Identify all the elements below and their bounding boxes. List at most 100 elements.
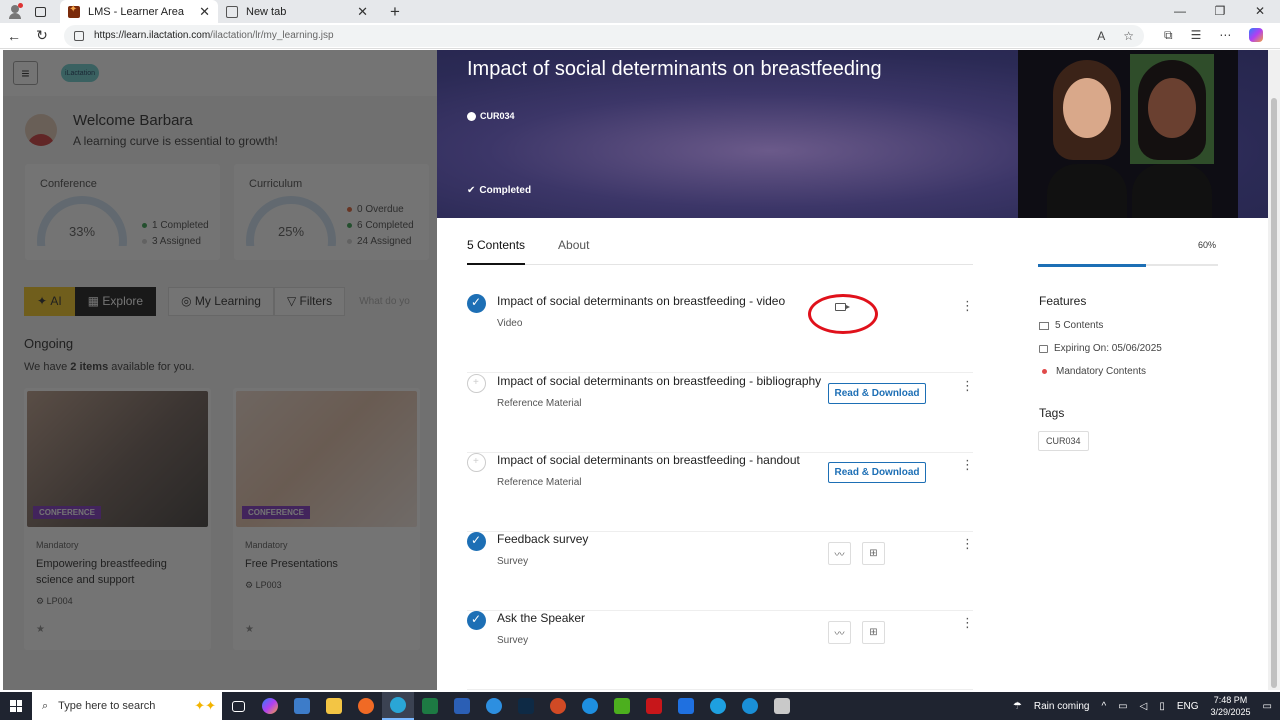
explore-button[interactable]: ▦ Explore <box>74 286 157 316</box>
more-options-icon[interactable]: ⋮ <box>961 378 974 394</box>
notifications-icon[interactable]: ▭ <box>1263 701 1272 712</box>
survey-translate-icon[interactable]: ⊞ <box>862 621 885 644</box>
internet-explorer-icon[interactable] <box>574 692 606 720</box>
browser-tab-new[interactable]: New tab ✕ <box>218 0 376 23</box>
tag-chip[interactable]: CUR034 <box>1038 431 1089 451</box>
new-tab-button[interactable]: + <box>382 2 408 22</box>
firefox-icon[interactable] <box>350 692 382 720</box>
volume-icon[interactable]: ◁ <box>1140 701 1148 712</box>
star-icon[interactable]: ★ <box>36 624 45 635</box>
speaker-photo <box>1018 50 1238 218</box>
extensions-icon[interactable]: ⧉ <box>1164 28 1173 43</box>
curriculum-completed-legend: 6 Completed <box>347 220 414 231</box>
content-item[interactable]: Ask the Speaker Survey 〰 ⊞ ⋮ <box>467 611 974 690</box>
calculator-icon[interactable] <box>286 692 318 720</box>
curriculum-assigned-legend: 24 Assigned <box>347 236 412 247</box>
feature-expiry: Expiring On: 05/06/2025 <box>1039 343 1162 354</box>
language-indicator[interactable]: ENG <box>1177 701 1199 712</box>
learning-icon: ◎ <box>181 294 195 308</box>
powerpoint-icon[interactable] <box>542 692 574 720</box>
tab-actions-icon[interactable] <box>30 2 50 22</box>
incomplete-circle-icon <box>467 374 486 393</box>
course-thumbnail: CONFERENCE <box>27 391 208 527</box>
more-options-icon[interactable]: ⋮ <box>961 298 974 314</box>
page-scrollbar[interactable] <box>1268 50 1280 690</box>
favorites-icon[interactable]: ☰ <box>1191 28 1202 43</box>
tab-about[interactable]: About <box>558 230 589 264</box>
close-tab-icon[interactable]: ✕ <box>199 4 210 20</box>
lock-icon <box>1039 344 1048 353</box>
close-tab-icon[interactable]: ✕ <box>357 4 368 20</box>
curriculum-title: Impact of social determinants on breastf… <box>467 58 882 80</box>
filters-button[interactable]: ▽ Filters <box>273 286 346 316</box>
feature-mandatory: Mandatory Contents <box>1039 366 1146 377</box>
more-icon[interactable]: ⋯ <box>1219 28 1231 43</box>
completed-check-icon <box>467 294 486 313</box>
network-icon[interactable]: ▭ <box>1118 701 1127 712</box>
edge-icon[interactable] <box>382 692 414 720</box>
app-icon[interactable] <box>478 692 510 720</box>
task-view-icon[interactable] <box>222 692 254 720</box>
dropbox-icon[interactable] <box>670 692 702 720</box>
excel-icon[interactable] <box>414 692 446 720</box>
window-close-icon[interactable]: ✕ <box>1240 0 1280 23</box>
file-explorer-icon[interactable] <box>318 692 350 720</box>
course-card[interactable]: CONFERENCE Mandatory Empowering breastfe… <box>24 388 211 650</box>
my-learning-button[interactable]: ◎ My Learning <box>168 286 274 316</box>
skype-icon[interactable] <box>702 692 734 720</box>
weather-icon[interactable]: ☂ <box>1013 701 1022 712</box>
word-icon[interactable] <box>446 692 478 720</box>
app-window-icon[interactable] <box>766 692 798 720</box>
weather-text[interactable]: Rain coming <box>1034 701 1090 712</box>
skype-business-icon[interactable] <box>734 692 766 720</box>
more-options-icon[interactable]: ⋮ <box>961 615 974 631</box>
learner-dashboard: ≡ iLactation Welcome Barbara A learning … <box>3 50 437 690</box>
start-button[interactable] <box>0 700 32 712</box>
content-item[interactable]: Feedback survey Survey 〰 ⊞ ⋮ <box>467 532 974 611</box>
more-options-icon[interactable]: ⋮ <box>961 457 974 473</box>
read-aloud-icon[interactable]: A <box>1097 29 1105 43</box>
read-download-button[interactable]: Read & Download <box>828 462 926 483</box>
survey-analytics-icon[interactable]: 〰 <box>828 542 851 565</box>
contents-icon <box>1039 321 1049 330</box>
photoshop-icon[interactable] <box>510 692 542 720</box>
favorite-star-icon[interactable]: ☆ <box>1123 29 1134 43</box>
profile-icon[interactable] <box>0 0 30 23</box>
course-card[interactable]: CONFERENCE Mandatory Free Presentations … <box>233 388 420 650</box>
ai-button[interactable]: ✦ AI <box>24 286 75 316</box>
read-download-button[interactable]: Read & Download <box>828 383 926 404</box>
battery-icon[interactable]: ▯ <box>1159 701 1165 712</box>
survey-analytics-icon[interactable]: 〰 <box>828 621 851 644</box>
annotation-circle <box>808 294 878 334</box>
hamburger-menu-icon[interactable]: ≡ <box>13 61 38 85</box>
copilot-taskbar-icon[interactable] <box>254 692 286 720</box>
browser-tab-lms[interactable]: LMS - Learner Area ✕ <box>60 0 218 23</box>
app-header: ≡ iLactation <box>3 50 437 96</box>
survey-translate-icon[interactable]: ⊞ <box>862 542 885 565</box>
progress-percent: 60% <box>1198 240 1217 250</box>
search-input[interactable]: What do yo <box>359 296 410 307</box>
url-input[interactable]: https://learn.ilactation.com/ilactation/… <box>64 24 1144 47</box>
content-item[interactable]: Impact of social determinants on breastf… <box>467 453 974 532</box>
site-info-icon[interactable] <box>74 30 84 41</box>
tab-contents[interactable]: 5 Contents <box>467 230 526 265</box>
more-options-icon[interactable]: ⋮ <box>961 536 974 552</box>
acrobat-icon[interactable] <box>638 692 670 720</box>
ongoing-subtitle: We have 2 items available for you. <box>24 361 195 373</box>
back-icon[interactable]: ← <box>0 28 28 44</box>
chevron-up-icon[interactable]: ^ <box>1101 701 1106 712</box>
refresh-icon[interactable]: ↻ <box>28 27 56 44</box>
restore-icon[interactable]: ❐ <box>1200 0 1240 23</box>
minimize-icon[interactable]: — <box>1160 0 1200 23</box>
taskbar-search-input[interactable]: ⌕ Type here to search ✦✦ <box>32 692 222 720</box>
copilot-icon[interactable] <box>1249 28 1264 42</box>
conference-gauge: 33% <box>37 196 127 246</box>
camtasia-icon[interactable] <box>606 692 638 720</box>
system-tray: ☂ Rain coming ^ ▭ ◁ ▯ ENG 7:48 PM 3/29/2… <box>1013 694 1280 718</box>
content-item[interactable]: Impact of social determinants on breastf… <box>467 294 974 373</box>
content-item[interactable]: Impact of social determinants on breastf… <box>467 374 974 453</box>
curriculum-overdue-legend: 0 Overdue <box>347 204 404 215</box>
clock[interactable]: 7:48 PM 3/29/2025 <box>1211 694 1251 718</box>
completed-check-icon <box>467 532 486 551</box>
star-icon[interactable]: ★ <box>245 624 254 635</box>
